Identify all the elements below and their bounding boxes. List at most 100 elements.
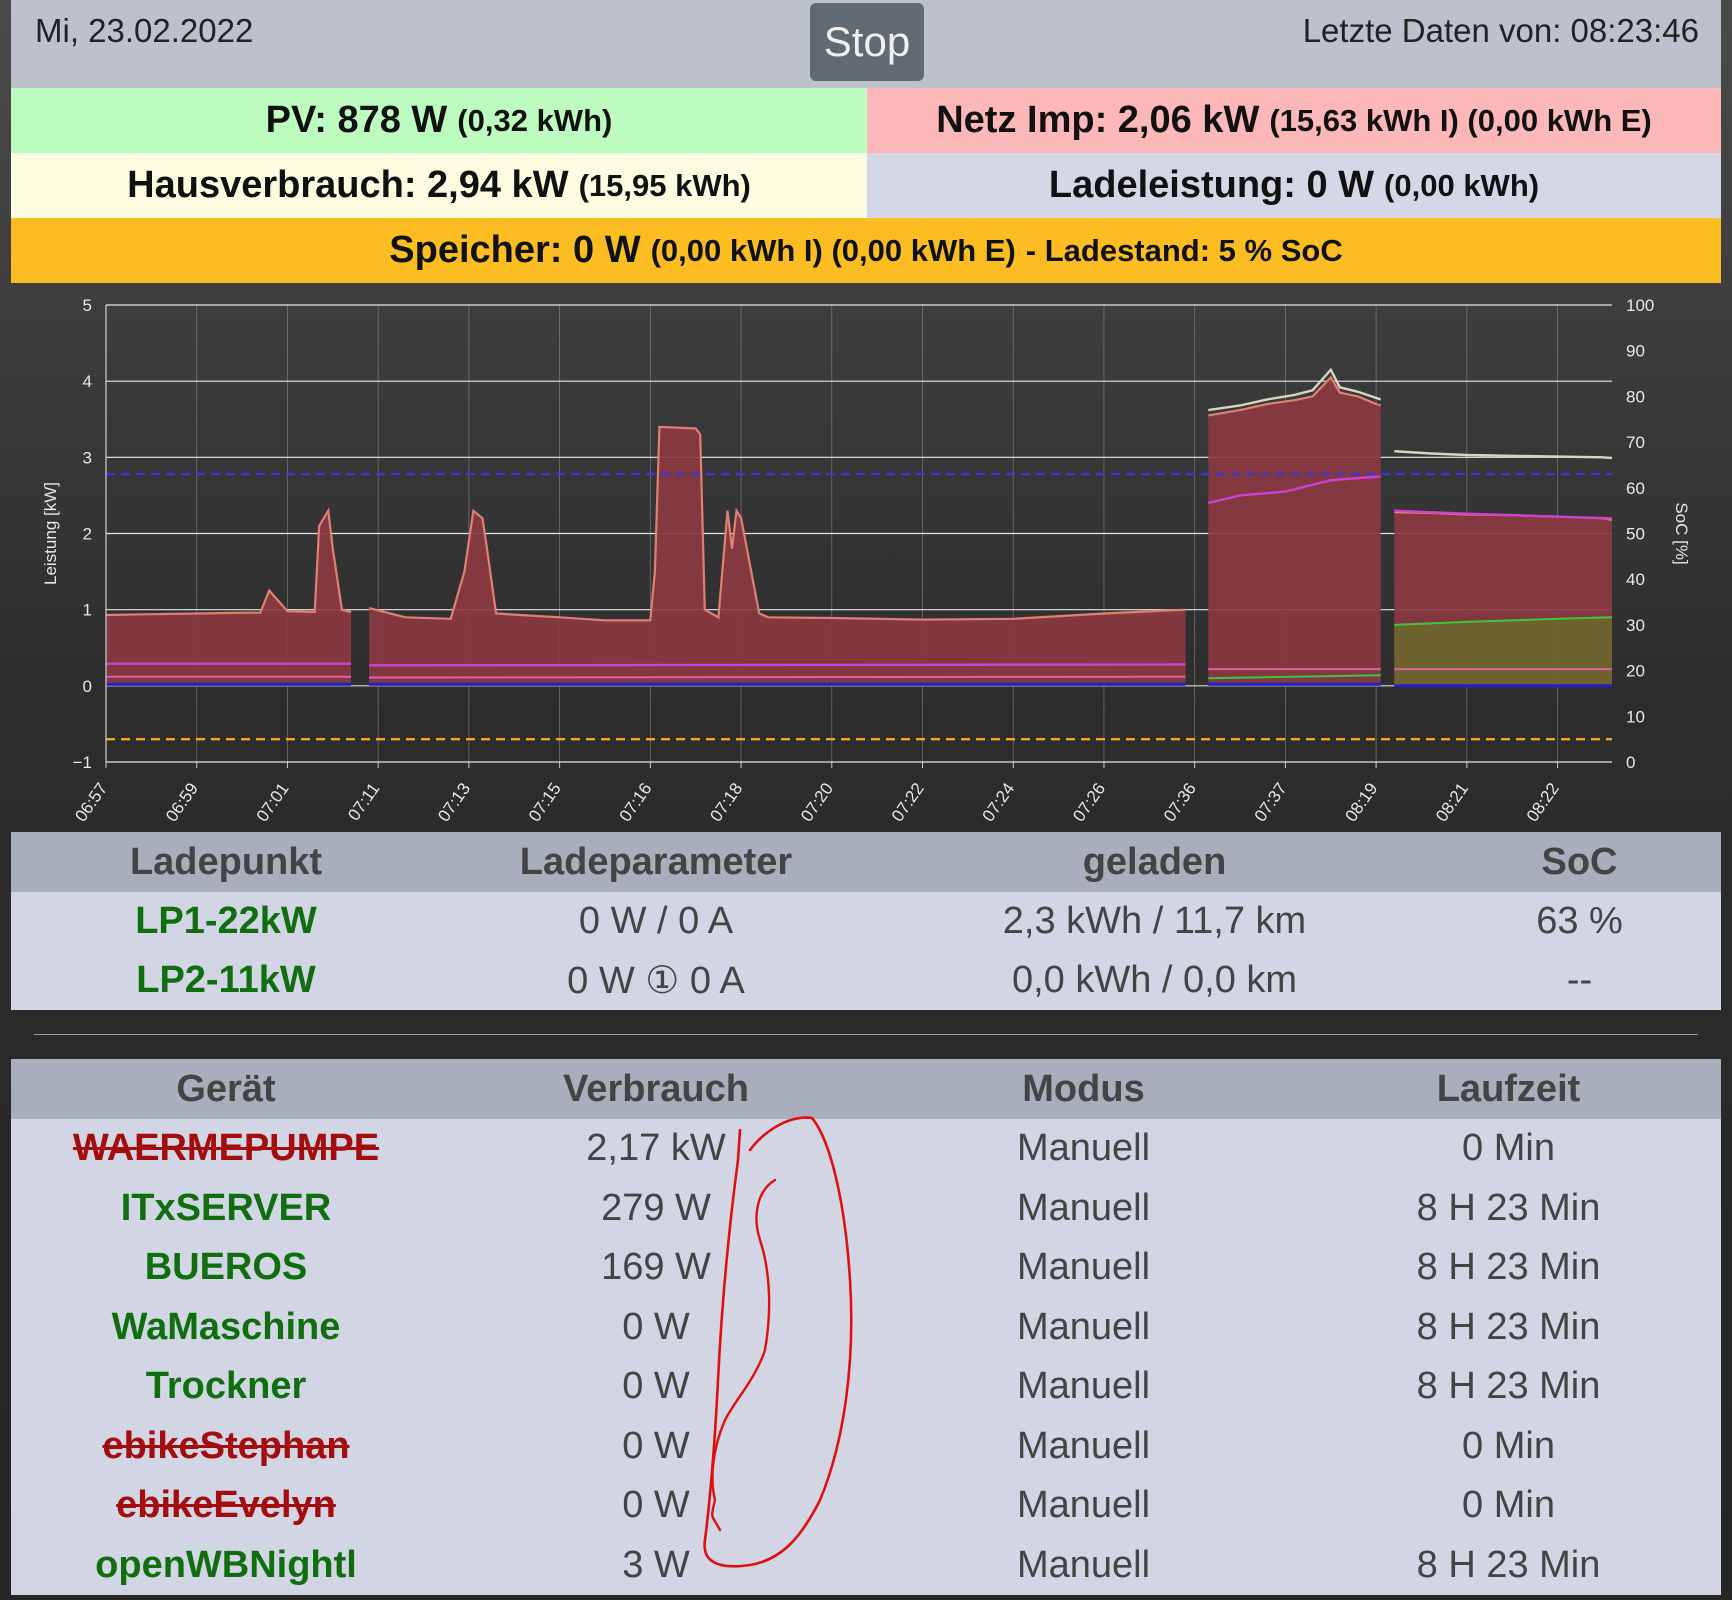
device-name[interactable]: ebikeEvelyn [11, 1476, 441, 1536]
vehicle-soc: 63 % [1438, 892, 1721, 951]
pv-value: PV: 878 W [265, 99, 448, 141]
charge-energy: (0,00 kWh) [1384, 167, 1540, 203]
y2-tick-label: 90 [1626, 342, 1645, 361]
storage-energy: (0,00 kWh I) (0,00 kWh E) [650, 232, 1016, 268]
device-runtime: 0 Min [1296, 1119, 1721, 1179]
device-mode[interactable]: Manuell [871, 1416, 1296, 1476]
y2-tick-label: 70 [1626, 433, 1645, 452]
table-header-row: Gerät Verbrauch Modus Laufzeit [11, 1059, 1721, 1119]
device-usage: 0 W [441, 1357, 871, 1417]
device-runtime: 8 H 23 Min [1296, 1178, 1721, 1238]
device-usage: 0 W [441, 1476, 871, 1536]
x-tick-label: 07:37 [1251, 779, 1291, 825]
y-tick-label: 1 [83, 601, 92, 620]
table-row[interactable]: BUEROS 169 W Manuell 8 H 23 Min [11, 1238, 1721, 1298]
device-name[interactable]: WAERMEPUMPE [11, 1119, 441, 1179]
table-row[interactable]: ebikeStephan 0 W Manuell 0 Min [11, 1416, 1721, 1476]
device-name[interactable]: ebikeStephan [11, 1416, 441, 1476]
y-tick-label: 4 [83, 372, 92, 391]
col-header-geladen: geladen [871, 832, 1438, 892]
charge-point-name[interactable]: LP2-11kW [11, 951, 441, 1010]
pv-area [1394, 617, 1612, 686]
device-name[interactable]: WaMaschine [11, 1297, 441, 1357]
house-status: Hausverbrauch: 2,94 kW (15,95 kWh) [11, 153, 867, 218]
device-mode[interactable]: Manuell [871, 1357, 1296, 1417]
device-mode[interactable]: Manuell [871, 1297, 1296, 1357]
y-tick-label: 3 [83, 448, 92, 467]
y-tick-label: 0 [83, 677, 92, 696]
x-tick-label: 07:13 [434, 779, 474, 825]
house-line [105, 507, 352, 617]
device-usage: 2,17 kW [441, 1119, 871, 1179]
y2-tick-label: 80 [1626, 387, 1645, 406]
house-area [106, 510, 351, 686]
device-mode[interactable]: Manuell [871, 1476, 1296, 1536]
y2-tick-label: 30 [1626, 616, 1645, 635]
table-row[interactable]: openWBNightl 3 W Manuell 8 H 23 Min [11, 1535, 1721, 1595]
col-header-laufzeit: Laufzeit [1296, 1059, 1721, 1119]
col-header-verbrauch: Verbrauch [441, 1059, 871, 1119]
device-mode[interactable]: Manuell [871, 1238, 1296, 1298]
charge-status: Ladeleistung: 0 W (0,00 kWh) [867, 153, 1721, 218]
col-header-modus: Modus [871, 1059, 1296, 1119]
vehicle-soc: -- [1438, 951, 1721, 1010]
date-label: Mi, 23.02.2022 [35, 12, 254, 49]
table-row[interactable]: WAERMEPUMPE 2,17 kW Manuell 0 Min [11, 1119, 1721, 1179]
house-energy: (15,95 kWh) [578, 167, 751, 203]
y2-tick-label: 20 [1626, 662, 1645, 681]
device-runtime: 8 H 23 Min [1296, 1297, 1721, 1357]
charge-params: 0 W / 0 A [441, 892, 871, 951]
x-tick-label: 08:22 [1523, 779, 1563, 825]
col-header-ladeparameter: Ladeparameter [441, 832, 871, 892]
storage-soc: - Ladestand: 5 % SoC [1025, 232, 1343, 268]
device-name[interactable]: openWBNightl [11, 1535, 441, 1595]
x-tick-label: 06:57 [71, 779, 111, 825]
device-usage: 3 W [441, 1535, 871, 1595]
device-name[interactable]: ITxSERVER [11, 1178, 441, 1238]
device-table-body: WAERMEPUMPE 2,17 kW Manuell 0 Min ITxSERVER 2… [11, 1119, 1721, 1595]
device-usage: 169 W [441, 1238, 871, 1298]
consumer-line [369, 675, 1186, 679]
x-tick-label: 07:20 [797, 779, 837, 825]
y2-tick-label: 40 [1626, 570, 1645, 589]
device-mode[interactable]: Manuell [871, 1535, 1296, 1595]
grid-status: Netz Imp: 2,06 kW (15,63 kWh I) (0,00 kW… [867, 88, 1721, 153]
table-row[interactable]: ebikeEvelyn 0 W Manuell 0 Min [11, 1476, 1721, 1536]
device-name[interactable]: Trockner [11, 1357, 441, 1417]
stop-button[interactable]: Stop [810, 3, 924, 81]
table-header-row: Ladepunkt Ladeparameter geladen SoC [11, 832, 1721, 892]
device-runtime: 0 Min [1296, 1416, 1721, 1476]
device-mode[interactable]: Manuell [871, 1178, 1296, 1238]
y-axis-label: Leistung [kW] [41, 482, 60, 585]
charge-point-name[interactable]: LP1-22kW [11, 892, 441, 951]
x-tick-label: 07:11 [344, 779, 383, 824]
device-name[interactable]: BUEROS [11, 1238, 441, 1298]
table-row[interactable]: WaMaschine 0 W Manuell 8 H 23 Min [11, 1297, 1721, 1357]
device-runtime: 8 H 23 Min [1296, 1238, 1721, 1298]
device-usage: 279 W [441, 1178, 871, 1238]
device-mode[interactable]: Manuell [871, 1119, 1296, 1179]
x-tick-label: 08:19 [1341, 779, 1381, 825]
device-runtime: 8 H 23 Min [1296, 1535, 1721, 1595]
x-tick-label: 08:21 [1432, 779, 1472, 825]
x-tick-label: 07:22 [888, 779, 928, 825]
device-runtime: 0 Min [1296, 1476, 1721, 1536]
charged-amount: 0,0 kWh / 0,0 km [871, 951, 1438, 1010]
power-chart: 06:57 06:59 07:01 07:11 07:13 07:15 07:16 07:18… [41, 296, 1691, 825]
charged-amount: 2,3 kWh / 11,7 km [871, 892, 1438, 951]
charge-value: Ladeleistung: 0 W [1048, 164, 1375, 206]
table-row[interactable]: LP2-11kW 0 W ① 0 A 0,0 kWh / 0,0 km -- [11, 951, 1721, 1010]
y-tick-label: 5 [83, 296, 92, 315]
col-header-geraet: Gerät [11, 1059, 441, 1119]
table-row[interactable]: Trockner 0 W Manuell 8 H 23 Min [11, 1357, 1721, 1417]
col-header-ladepunkt: Ladepunkt [11, 832, 441, 892]
device-runtime: 8 H 23 Min [1296, 1357, 1721, 1417]
table-row[interactable]: LP1-22kW 0 W / 0 A 2,3 kWh / 11,7 km 63 … [11, 892, 1721, 951]
col-header-soc: SoC [1438, 832, 1721, 892]
table-row[interactable]: ITxSERVER 279 W Manuell 8 H 23 Min [11, 1178, 1721, 1238]
y2-tick-label: 50 [1626, 525, 1645, 544]
y2-tick-label: 0 [1626, 753, 1635, 772]
storage-value: Speicher: 0 W [389, 229, 641, 271]
y-tick-label: −1 [73, 753, 92, 772]
x-tick-label: 07:01 [253, 779, 293, 825]
